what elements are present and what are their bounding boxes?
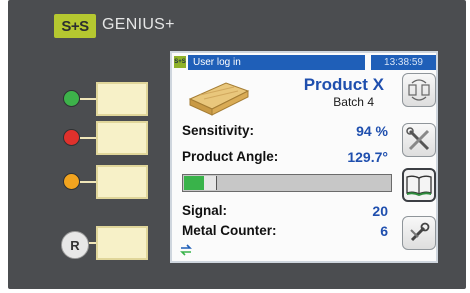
tools-icon [406,127,430,151]
red-key-button[interactable] [96,121,148,155]
signal-bar-fill [184,176,204,190]
manual-button[interactable] [402,168,436,202]
yellow-led-icon [63,173,80,190]
sensitivity-label: Sensitivity: [182,123,255,138]
product-swap-button[interactable] [402,73,436,107]
swap-icon [408,79,430,101]
indicator-row-red [61,121,151,155]
indicator-row-yellow [61,165,151,199]
connector-line [80,181,96,183]
reset-row: R [61,226,151,260]
product-name: Product X [303,75,384,94]
status-bar: S+S User log in 13:38:59 [174,55,436,70]
settings-button[interactable] [402,123,436,157]
reset-button[interactable] [96,226,148,260]
sync-arrows-icon [180,244,192,256]
connector-line [80,98,96,100]
metal-counter-label: Metal Counter: [182,223,277,238]
green-led-icon [63,90,80,107]
batch-label: Batch 4 [333,95,374,109]
book-icon [406,175,432,196]
wood-plank-icon [188,82,250,116]
wrench-screwdriver-icon [410,222,430,242]
sensitivity-value: 94 % [356,123,388,139]
connector-line [80,137,96,139]
service-button[interactable] [402,216,436,250]
display-screen: S+S User log in 13:38:59 Product X Batch… [170,51,438,263]
signal-bar-peak [204,176,217,190]
signal-bar [182,174,392,192]
connector-line [89,242,96,244]
yellow-key-button[interactable] [96,165,148,199]
indicator-row-green [61,82,151,116]
red-led-icon [63,129,80,146]
status-logo-icon: S+S [174,56,186,68]
green-key-button[interactable] [96,82,148,116]
user-login-button[interactable]: User log in [188,55,365,70]
reset-icon: R [61,231,89,259]
device-panel: S+S GENIUS+ R S+S User log in 13:38:59 P… [8,0,466,289]
signal-label: Signal: [182,203,228,218]
signal-value: 20 [372,203,388,219]
metal-counter-value: 6 [380,223,388,239]
angle-label: Product Angle: [182,149,279,164]
brand-logo: S+S [54,14,96,38]
angle-value: 129.7° [347,149,388,165]
brand-title: GENIUS+ [102,16,175,33]
clock: 13:38:59 [371,55,436,70]
